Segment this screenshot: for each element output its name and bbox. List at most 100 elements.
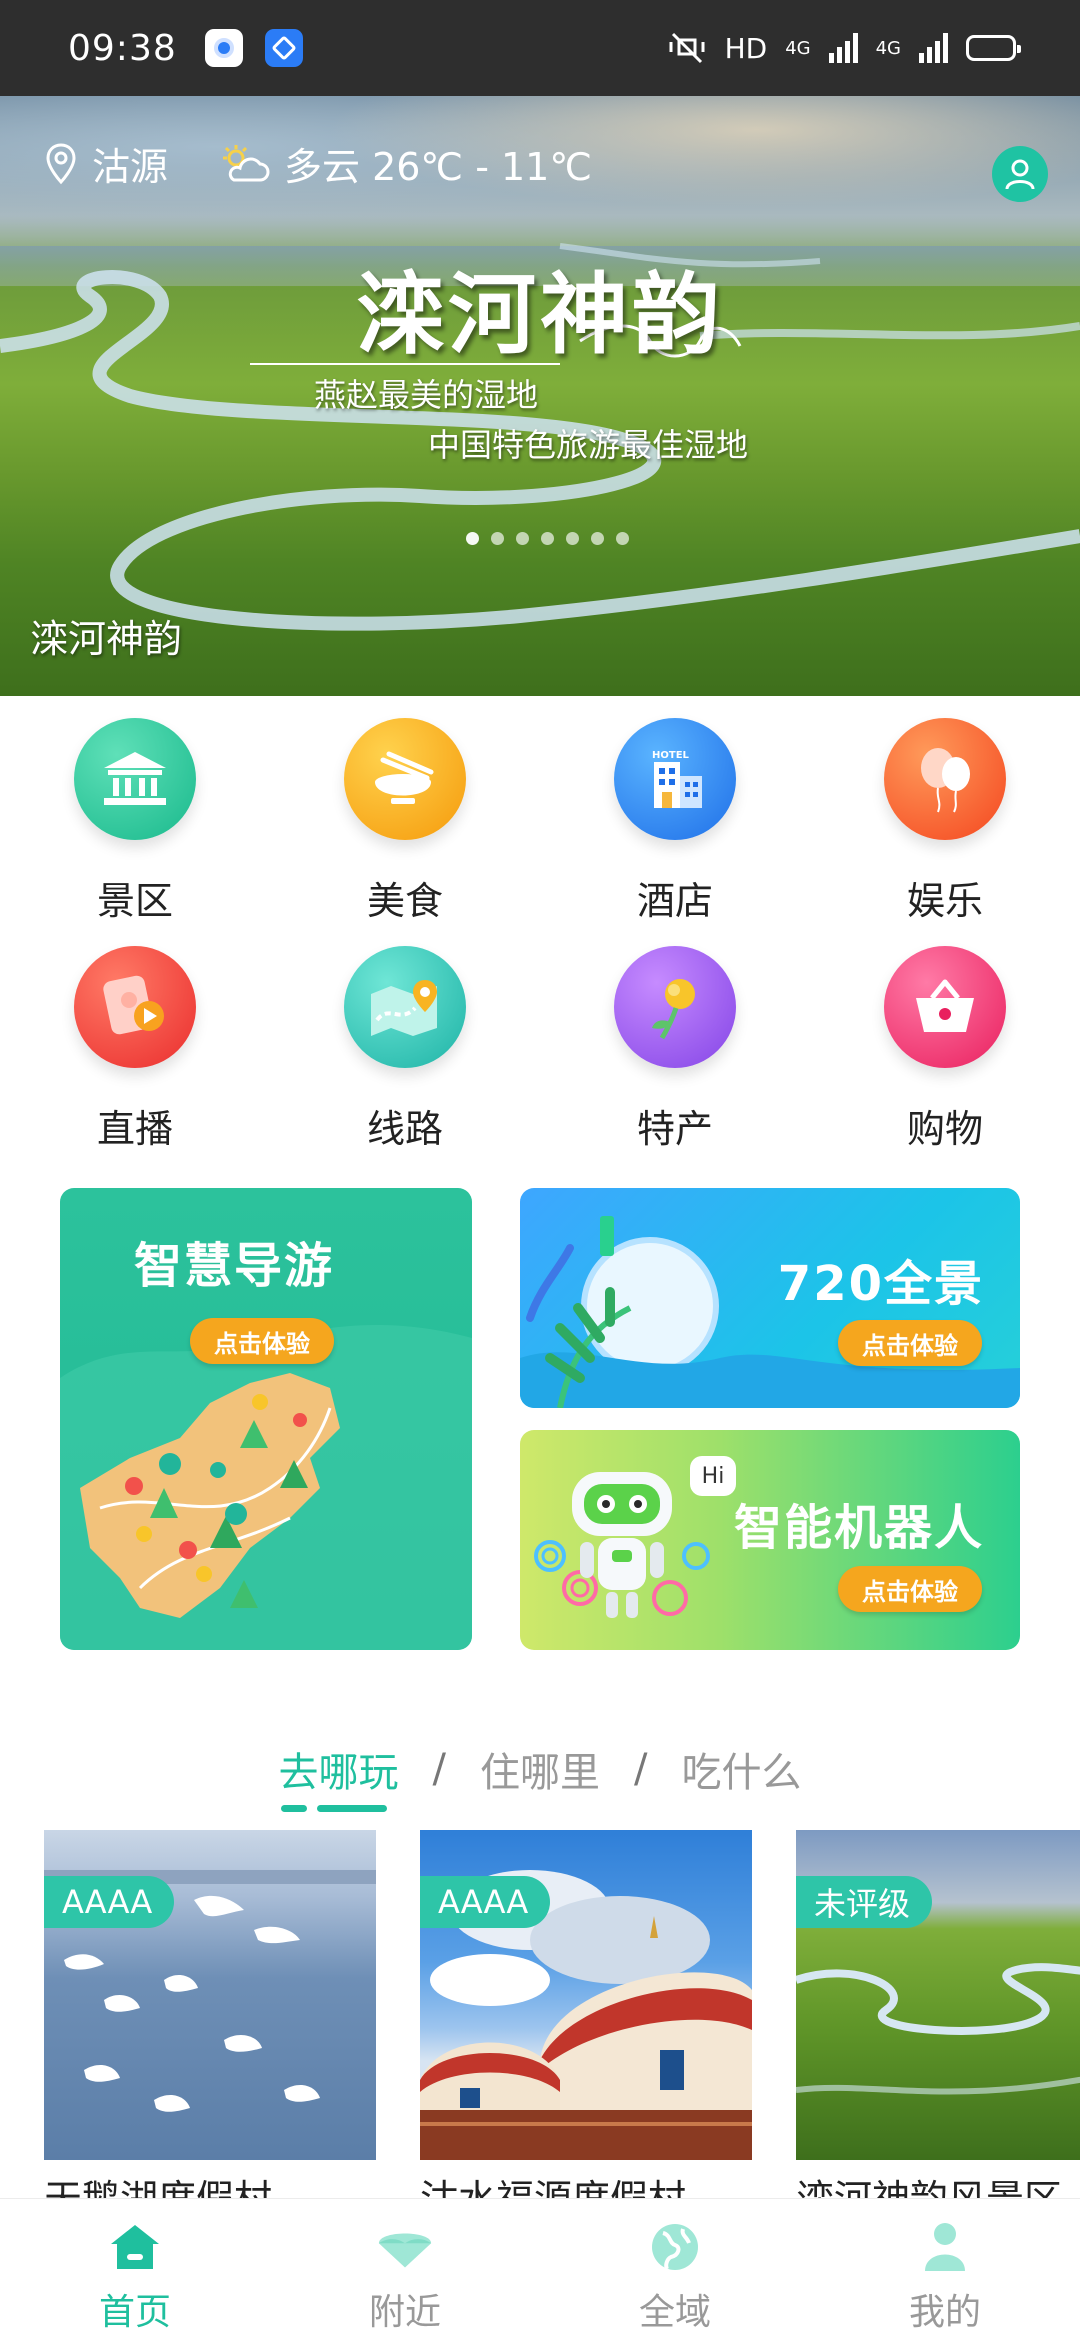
rating-badge: AAAA — [420, 1876, 551, 1928]
attraction-name: 天鹅湖度假村 — [44, 2177, 273, 2200]
attraction-name: 沽水福源度假村 — [420, 2177, 687, 2200]
tab-label: 去哪玩 — [278, 1750, 399, 1796]
tab-where-to-stay[interactable]: 住哪里 — [480, 1740, 600, 1798]
banner-title: 滦河神韵 — [355, 262, 724, 366]
nav-nearby[interactable]: 附近 — [270, 2199, 540, 2340]
svg-text:HOTEL: HOTEL — [652, 750, 690, 761]
category-hotel[interactable]: HOTEL 酒店 — [540, 718, 810, 946]
category-label: 景区 — [96, 879, 173, 923]
location-selector[interactable]: 沽源 — [44, 136, 168, 191]
globe-icon — [647, 2219, 703, 2275]
banner-caption: 滦河神韵 — [30, 617, 183, 661]
carousel-dot[interactable] — [541, 532, 554, 545]
bottom-navigation: 首页 附近 全域 我的 — [0, 2198, 1080, 2340]
battery-icon — [966, 35, 1021, 61]
food-bowl-icon — [344, 718, 466, 840]
tab-what-to-eat[interactable]: 吃什么 — [681, 1740, 801, 1798]
rating-badge: AAAA — [44, 1876, 175, 1928]
status-bar: 09:38 HD 4G 4G — [0, 0, 1080, 96]
carousel-dot[interactable] — [566, 532, 579, 545]
category-live[interactable]: 直播 — [0, 946, 270, 1174]
nav-home[interactable]: 首页 — [0, 2199, 270, 2340]
attraction-photo-swan-lake: AAAA — [44, 1830, 376, 2160]
smart-robot-title: 智能机器人 — [733, 1500, 984, 1556]
category-label: 娱乐 — [906, 879, 983, 923]
nav-label: 附近 — [368, 2292, 441, 2333]
attraction-card[interactable]: 未评级 滦河神韵风景区 — [796, 1830, 1080, 2200]
profile-icon — [917, 2219, 973, 2275]
tab-active-indicator — [280, 1805, 307, 1812]
home-icon — [107, 2219, 163, 2275]
attraction-list: AAAA 天鹅湖度假村 AAAA 沽水福源度假村 未评级 滦河神韵风景区 — [44, 1830, 1080, 2200]
category-specialty[interactable]: 特产 — [540, 946, 810, 1174]
carousel-dot[interactable] — [616, 532, 629, 545]
smart-guide-card[interactable]: 智慧导游 点击体验 — [60, 1188, 472, 1650]
balloon-icon — [884, 718, 1006, 840]
status-time: 09:38 — [68, 27, 177, 69]
layers-app-icon — [264, 29, 303, 67]
banner-subtitle-2: 中国特色旅游最佳湿地 — [428, 426, 749, 464]
temple-icon — [74, 718, 196, 840]
attraction-photo-luanhe-scenic: 未评级 — [796, 1830, 1080, 2160]
category-entertainment[interactable]: 娱乐 — [810, 718, 1080, 946]
weather-text: 多云 26℃ - 11℃ — [284, 145, 593, 189]
category-label: 特产 — [636, 1107, 713, 1151]
weather-info: 多云 26℃ - 11℃ — [220, 136, 592, 191]
rating-badge: 未评级 — [796, 1876, 933, 1928]
category-label: 购物 — [906, 1107, 983, 1151]
panorama-title: 720全景 — [777, 1256, 984, 1312]
signal-strength-icon-2 — [919, 33, 948, 63]
category-label: 美食 — [366, 879, 443, 923]
nearby-umbrella-icon — [377, 2219, 433, 2275]
category-food[interactable]: 美食 — [270, 718, 540, 946]
category-grid: 景区 美食 HOTEL 酒店 娱乐 直播 线路 特产 购物 — [0, 718, 1080, 1174]
route-map-icon — [344, 946, 466, 1068]
tab-label: 吃什么 — [681, 1750, 802, 1796]
robot-speech-bubble: Hi — [690, 1456, 736, 1496]
location-name: 沽源 — [92, 145, 169, 189]
tab-label: 住哪里 — [480, 1750, 600, 1796]
attraction-card[interactable]: AAAA 天鹅湖度假村 — [44, 1830, 376, 2200]
nav-label: 我的 — [908, 2292, 981, 2333]
live-stream-icon — [74, 946, 196, 1068]
attraction-photo-yurt-resort: AAAA — [420, 1830, 752, 2160]
hero-banner[interactable]: 沽源 多云 26℃ - 11℃ 滦河神韵 燕赵最美的湿地 中国特色旅游最佳湿地 … — [0, 96, 1080, 696]
panorama-card[interactable]: 720全景 点击体验 — [520, 1188, 1020, 1408]
category-route[interactable]: 线路 — [270, 946, 540, 1174]
tab-where-to-play[interactable]: 去哪玩 — [278, 1740, 399, 1812]
carousel-dot[interactable] — [491, 532, 504, 545]
tab-active-indicator-bar — [316, 1805, 387, 1812]
carousel-dot[interactable] — [516, 532, 529, 545]
shopping-basket-icon — [884, 946, 1006, 1068]
smart-robot-button[interactable]: 点击体验 — [838, 1566, 982, 1612]
category-scenic[interactable]: 景区 — [0, 718, 270, 946]
signal-strength-icon — [828, 33, 858, 63]
recommend-tabs: 去哪玩 / 住哪里 / 吃什么 — [0, 1740, 1080, 1812]
nav-label: 首页 — [98, 2292, 171, 2333]
location-pin-icon — [46, 142, 76, 184]
category-label: 线路 — [366, 1107, 443, 1151]
nav-mine[interactable]: 我的 — [810, 2199, 1080, 2340]
hd-indicator: HD — [724, 31, 768, 65]
nav-region[interactable]: 全域 — [540, 2199, 810, 2340]
category-shopping[interactable]: 购物 — [810, 946, 1080, 1174]
signal-label-2: 4G — [875, 37, 901, 59]
category-label: 直播 — [96, 1107, 173, 1151]
carousel-dot[interactable] — [466, 532, 479, 545]
carousel-dot[interactable] — [591, 532, 604, 545]
panorama-button[interactable]: 点击体验 — [838, 1320, 982, 1366]
attraction-card[interactable]: AAAA 沽水福源度假村 — [420, 1830, 752, 2200]
nav-label: 全域 — [638, 2292, 711, 2333]
attraction-name: 滦河神韵风景区 — [796, 2177, 1063, 2200]
user-profile-button[interactable] — [992, 146, 1048, 202]
carousel-indicator — [466, 532, 629, 545]
user-icon — [1005, 159, 1035, 190]
mute-vibrate-icon — [669, 32, 705, 64]
partly-cloudy-icon — [223, 144, 270, 181]
status-indicators: HD 4G 4G — [667, 31, 1021, 65]
banner-subtitle-1: 燕赵最美的湿地 — [314, 376, 539, 414]
smart-guide-button[interactable]: 点击体验 — [190, 1318, 334, 1364]
smart-robot-card[interactable]: Hi 智能机器人 点击体验 — [520, 1430, 1020, 1650]
hotel-icon: HOTEL — [614, 718, 736, 840]
tab-separator: / — [432, 1746, 446, 1792]
